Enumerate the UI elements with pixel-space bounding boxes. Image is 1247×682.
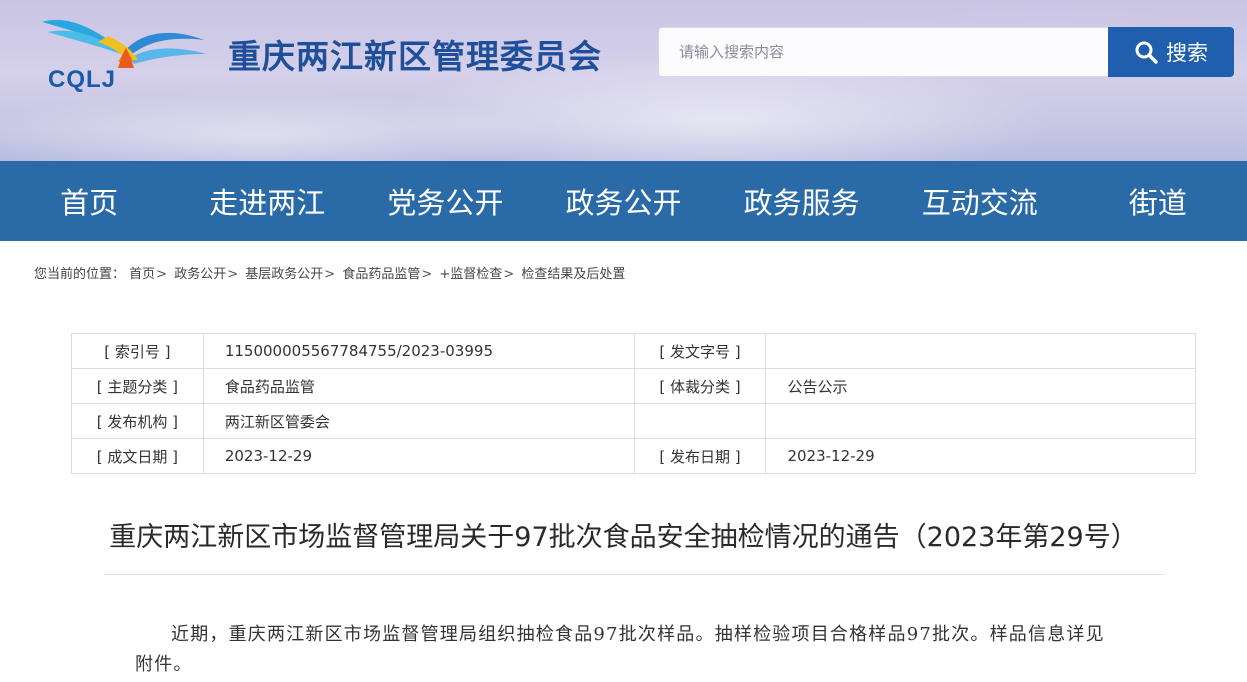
meta-value-index: 115000005567784755/2023-03995 [202,333,635,369]
nav-item-home[interactable]: 首页 [0,161,178,241]
breadcrumb-separator: > [503,267,515,282]
meta-key-doc-number: [ 发文字号 ] [633,333,767,369]
article-title: 重庆两江新区市场监督管理局关于97批次食品安全抽检情况的通告（2023年第29号… [109,522,1138,553]
meta-key-index: [ 索引号 ] [71,333,204,369]
table-row: [ 发布机构 ] 两江新区管委会 [71,403,1196,439]
logo-text: CQLJ [48,66,117,93]
breadcrumb-link-grassroots[interactable]: 基层政务公开 [245,267,323,282]
meta-key-genre: [ 体裁分类 ] [633,368,767,404]
search-icon [1135,41,1158,64]
table-row: [ 主题分类 ] 食品药品监管 [ 体裁分类 ] 公告公示 [71,368,1196,404]
search-input[interactable] [658,27,1108,77]
breadcrumb-link-home[interactable]: 首页 [129,267,155,282]
document-meta-table: [ 索引号 ] 115000005567784755/2023-03995 [ … [71,333,1196,474]
title-divider [104,574,1165,575]
meta-key-empty [633,403,767,439]
breadcrumb-link-results[interactable]: 检查结果及后处置 [521,267,625,282]
meta-key-topic: [ 主题分类 ] [71,368,204,404]
search-button[interactable]: 搜索 [1108,27,1234,77]
nav-item-about[interactable]: 走进两江 [178,161,356,241]
nav-item-streets[interactable]: 街道 [1069,161,1247,241]
breadcrumb-separator: > [421,267,433,282]
article-body: 近期，重庆两江新区市场监督管理局组织抽检食品97批次样品。抽样检验项目合格样品9… [135,624,1105,675]
nav-item-government-affairs[interactable]: 政务公开 [534,161,712,241]
site-title[interactable]: 重庆两江新区管理委员会 [228,30,602,78]
search-button-label: 搜索 [1166,41,1208,65]
breadcrumb-link-supervision[interactable]: +监督检查 [439,267,502,282]
meta-value-empty [765,403,1196,439]
breadcrumb-link-food-drug[interactable]: 食品药品监管 [342,267,420,282]
breadcrumb-link-government-affairs[interactable]: 政务公开 [174,267,226,282]
meta-value-publisher: 两江新区管委会 [202,403,635,439]
meta-key-written-date: [ 成文日期 ] [71,438,204,474]
breadcrumb-prefix: 您当前的位置： [34,267,126,282]
main-nav: 首页 走进两江 党务公开 政务公开 政务服务 互动交流 街道 [0,161,1247,241]
breadcrumb-separator: > [227,267,239,282]
breadcrumb-separator: > [156,267,168,282]
meta-key-publisher: [ 发布机构 ] [71,403,204,439]
meta-value-topic: 食品药品监管 [202,368,635,404]
table-row: [ 成文日期 ] 2023-12-29 [ 发布日期 ] 2023-12-29 [71,438,1196,474]
breadcrumb: 您当前的位置： 首页> 政务公开> 基层政务公开> 食品药品监管> +监督检查>… [34,263,625,282]
site-header: CQLJ 重庆两江新区管理委员会 搜索 [0,0,1247,161]
breadcrumb-separator: > [324,267,336,282]
meta-value-written-date: 2023-12-29 [202,438,635,474]
meta-value-doc-number [765,333,1196,369]
nav-item-party-affairs[interactable]: 党务公开 [356,161,534,241]
meta-key-publish-date: [ 发布日期 ] [633,438,767,474]
nav-item-interaction[interactable]: 互动交流 [891,161,1069,241]
meta-value-publish-date: 2023-12-29 [765,438,1196,474]
meta-value-genre: 公告公示 [765,368,1196,404]
nav-item-government-services[interactable]: 政务服务 [713,161,891,241]
table-row: [ 索引号 ] 115000005567784755/2023-03995 [ … [71,333,1196,369]
